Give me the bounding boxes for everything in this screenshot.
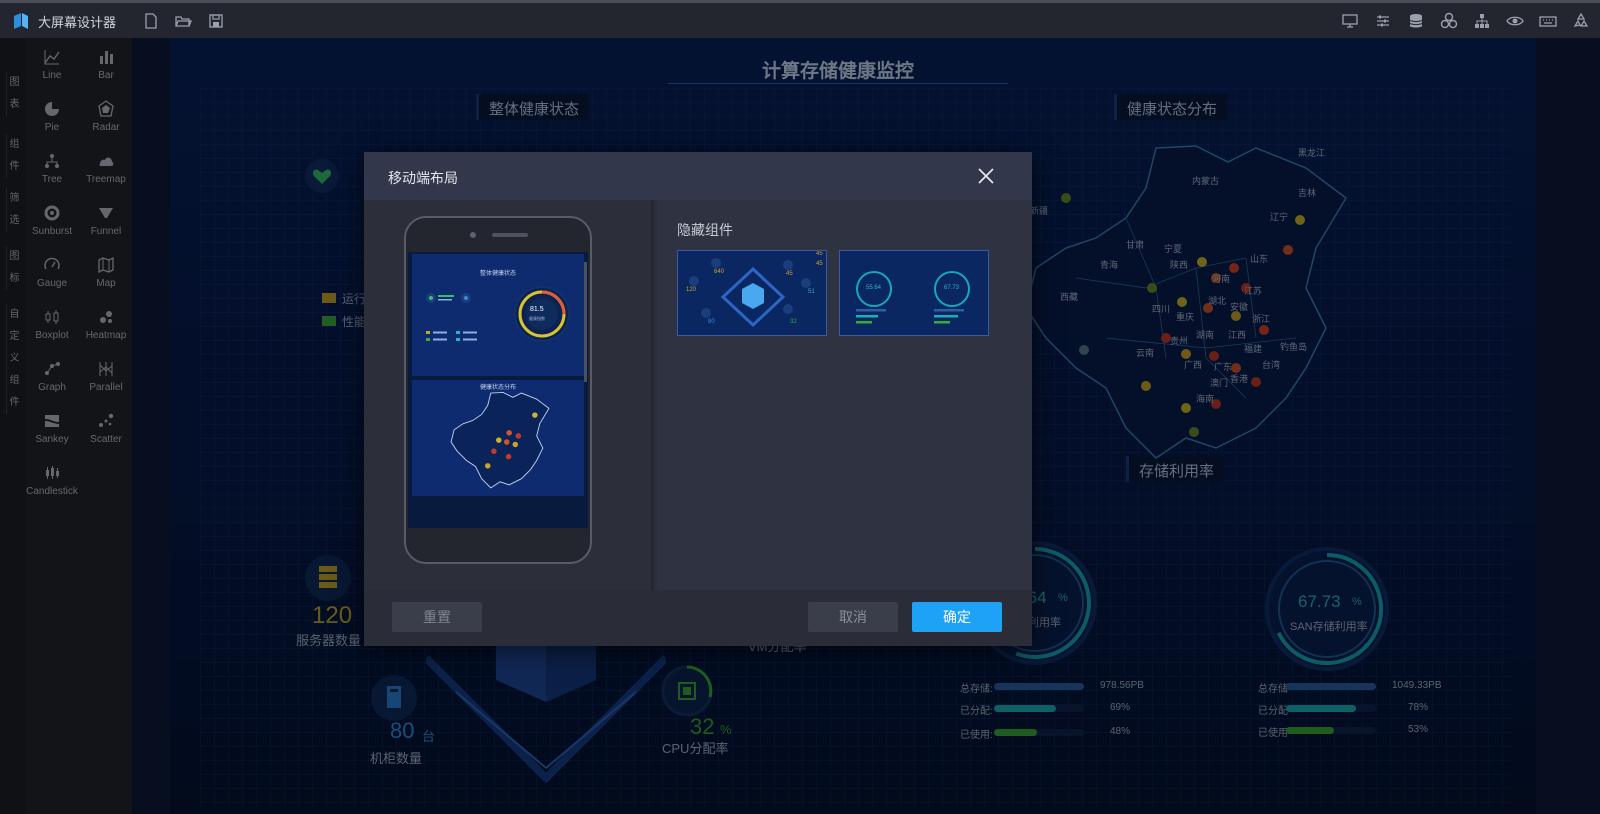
top-toolbar: 大屏幕设计器 xyxy=(0,0,1600,38)
hidden-component-thumb-2[interactable]: 55.64 67.73 xyxy=(839,250,989,336)
database-icon[interactable] xyxy=(1405,11,1427,31)
open-folder-icon[interactable] xyxy=(172,11,194,31)
reset-button[interactable]: 重置 xyxy=(392,602,482,632)
thumb-1-value: 45 xyxy=(816,251,823,257)
eye-icon[interactable] xyxy=(1504,11,1526,31)
mobile-layout-dialog: 移动端布局 整体健康状态 81.5 健康指数 健康状态分布 隐藏组件 45 45… xyxy=(364,152,1032,646)
thumb-1-value: 32 xyxy=(790,319,797,325)
cubes-icon[interactable] xyxy=(1438,11,1460,31)
hidden-components-panel: 隐藏组件 45 45 640 45 120 51 80 32 55.64 67.… xyxy=(657,200,1032,590)
thumb-1-value: 51 xyxy=(808,289,815,295)
thumb-2-graphic xyxy=(840,251,988,335)
thumb-1-value: 80 xyxy=(708,319,715,325)
phone-screen[interactable]: 整体健康状态 81.5 健康指数 健康状态分布 xyxy=(408,252,588,528)
sliders-icon[interactable] xyxy=(1372,11,1394,31)
phone-status-icons xyxy=(426,293,471,303)
new-file-icon[interactable] xyxy=(140,11,162,31)
phone-widget-distribution[interactable]: 健康状态分布 xyxy=(412,380,584,496)
phone-gauge-label: 健康指数 xyxy=(529,316,545,321)
phone-preview-panel: 整体健康状态 81.5 健康指数 健康状态分布 xyxy=(364,200,654,590)
phone-section1-title: 整体健康状态 xyxy=(479,271,516,277)
save-icon[interactable] xyxy=(205,11,227,31)
thumb-1-value: 120 xyxy=(686,287,697,293)
phone-widget-overall[interactable]: 整体健康状态 81.5 健康指数 xyxy=(412,254,584,376)
phone-china-map xyxy=(450,391,550,489)
phone-frame: 整体健康状态 81.5 健康指数 健康状态分布 xyxy=(404,216,592,564)
hierarchy-icon[interactable] xyxy=(1471,11,1493,31)
dialog-title: 移动端布局 xyxy=(388,170,458,186)
dialog-footer: 重置 取消 确定 xyxy=(364,590,1032,646)
keyboard-icon[interactable] xyxy=(1537,11,1559,31)
phone-speaker xyxy=(492,233,528,237)
phone-gauge-value: 81.5 xyxy=(530,306,544,313)
hidden-component-thumb-1[interactable]: 45 45 640 45 120 51 80 32 xyxy=(677,250,827,336)
confirm-button[interactable]: 确定 xyxy=(912,602,1002,632)
thumb-1-value: 45 xyxy=(816,261,823,267)
thumb-1-value: 640 xyxy=(714,269,725,275)
phone-scrollbar[interactable] xyxy=(584,262,587,382)
dialog-header: 移动端布局 xyxy=(364,152,1032,200)
thumb-2-value: 55.64 xyxy=(866,285,882,291)
recycle-icon[interactable] xyxy=(1570,11,1592,31)
thumb-1-value: 45 xyxy=(786,271,793,277)
thumb-2-value: 67.73 xyxy=(944,285,960,291)
app-logo-icon xyxy=(14,13,28,29)
hidden-components-title: 隐藏组件 xyxy=(677,222,733,238)
phone-legend-rows xyxy=(426,331,477,341)
monitor-icon[interactable] xyxy=(1339,11,1361,31)
app-window: 大屏幕设计器 图 表 组 件 筛 选 图 标 自 定 义 组 件 Line Ba… xyxy=(0,0,1600,814)
close-icon[interactable] xyxy=(974,164,998,188)
app-title: 大屏幕设计器 xyxy=(38,15,117,30)
phone-health-gauge xyxy=(514,286,570,342)
cancel-button[interactable]: 取消 xyxy=(808,602,898,632)
phone-camera xyxy=(470,232,476,238)
thumb-1-graphic xyxy=(678,251,826,335)
